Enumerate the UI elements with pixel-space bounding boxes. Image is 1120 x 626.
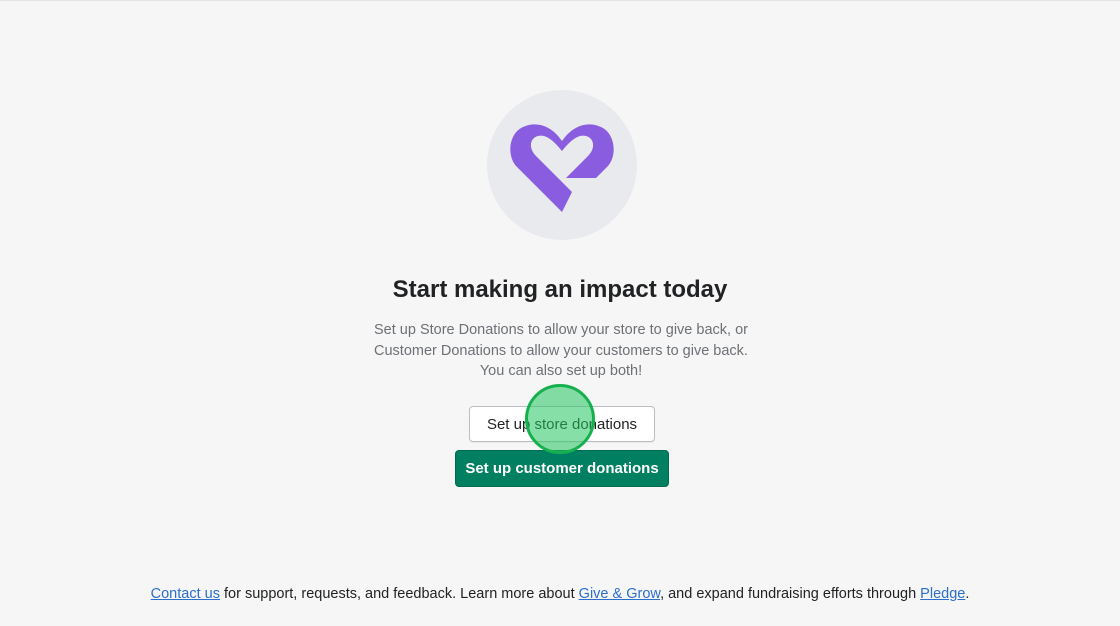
description: Set up Store Donations to allow your sto… <box>360 320 762 382</box>
footer-text-1: for support, requests, and feedback. Lea… <box>219 586 579 602</box>
hero-illustration <box>487 90 637 240</box>
description-line-2: Customer Donations to allow your custome… <box>374 342 748 359</box>
heart-icon <box>510 124 614 212</box>
footer-text-3: . <box>965 586 970 602</box>
footer-text-2: , and expand fundraising efforts through <box>660 586 921 602</box>
description-line-1: Set up Store Donations to allow your sto… <box>374 322 748 338</box>
contact-us-link[interactable]: Contact us <box>151 586 220 602</box>
top-divider <box>0 0 1120 1</box>
setup-store-donations-button[interactable]: Set up store donations <box>469 406 655 442</box>
pledge-link[interactable]: Pledge <box>920 586 965 602</box>
description-line-3: You can also set up both! <box>479 363 643 379</box>
give-and-grow-link[interactable]: Give & Grow <box>579 586 660 602</box>
footer-help-text: Contact us for support, requests, and fe… <box>0 584 1120 604</box>
setup-customer-donations-button[interactable]: Set up customer donations <box>455 450 669 487</box>
page-title: Start making an impact today <box>392 276 728 303</box>
